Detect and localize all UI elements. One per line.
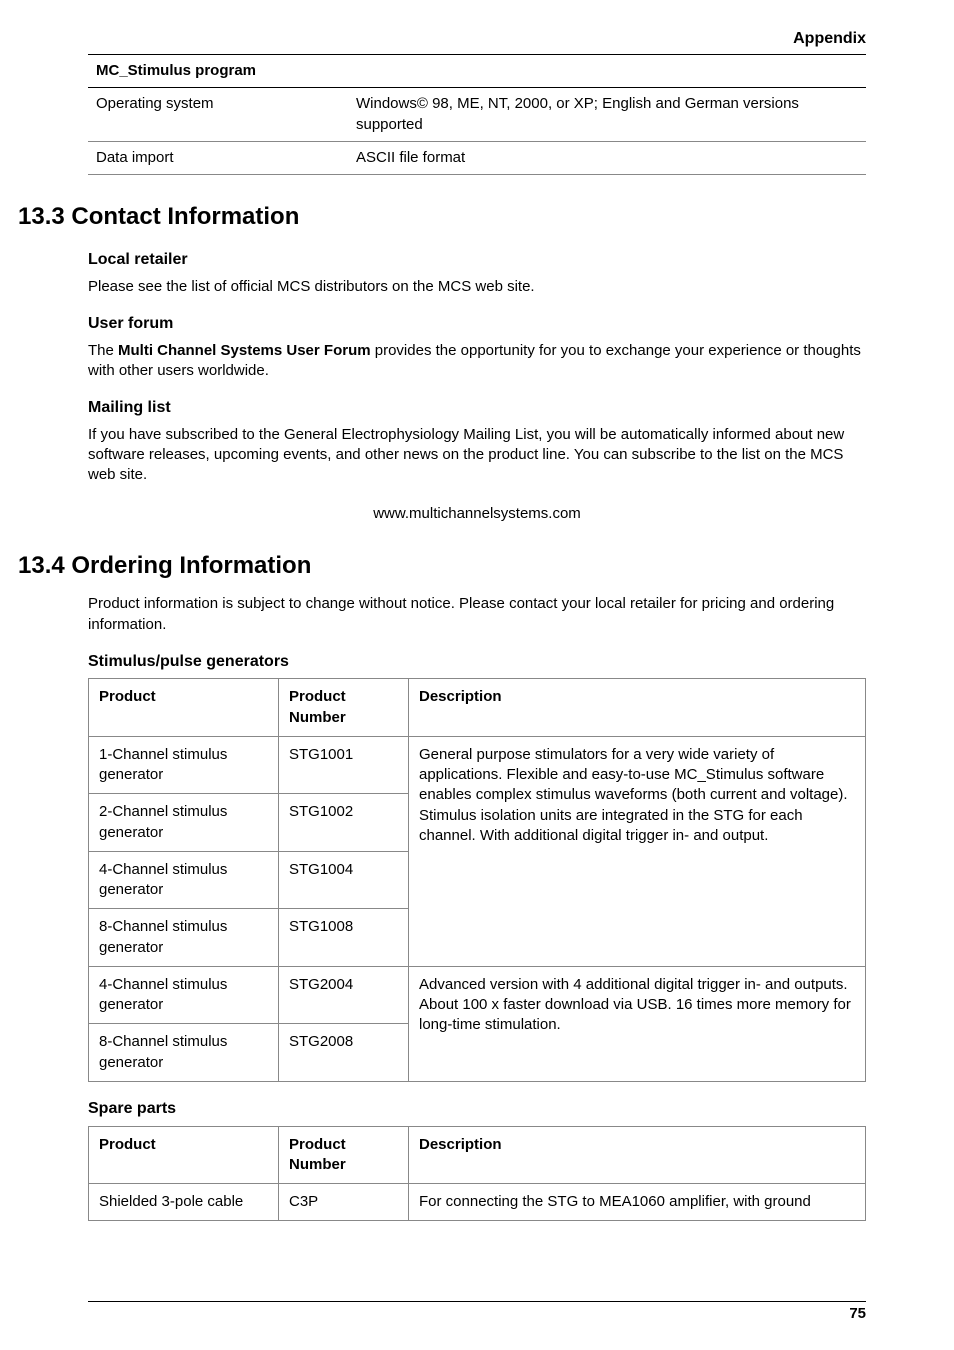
cell-product: 1-Channel stimulus generator — [89, 736, 279, 794]
cell-number: STG1001 — [279, 736, 409, 794]
footer-rule — [88, 1301, 866, 1302]
cell-product: 4-Channel stimulus generator — [89, 851, 279, 909]
cell-product: 8-Channel stimulus generator — [89, 1024, 279, 1082]
th-product: Product — [89, 679, 279, 737]
cell-number: STG1008 — [279, 909, 409, 967]
spec-key: Data import — [88, 141, 348, 174]
generators-table: Product Product Number Description 1-Cha… — [88, 678, 866, 1082]
cell-number: C3P — [279, 1184, 409, 1221]
table-row: Operating system Windows© 98, ME, NT, 20… — [88, 88, 866, 142]
sub-spare-parts: Spare parts — [88, 1098, 866, 1120]
table-row: 1-Channel stimulus generator STG1001 Gen… — [89, 736, 866, 794]
cell-number: STG1002 — [279, 794, 409, 852]
cell-number: STG1004 — [279, 851, 409, 909]
para-forum: The Multi Channel Systems User Forum pro… — [88, 341, 866, 382]
header-section: Appendix — [793, 28, 866, 50]
sub-mailing-list: Mailing list — [88, 397, 866, 419]
sub-local-retailer: Local retailer — [88, 249, 866, 271]
cell-desc: For connecting the STG to MEA1060 amplif… — [409, 1184, 866, 1221]
spec-val: ASCII file format — [348, 141, 866, 174]
heading-134: 13.4 Ordering Information — [18, 550, 866, 582]
cell-number: STG2008 — [279, 1024, 409, 1082]
table-row: 4-Channel stimulus generator STG2004 Adv… — [89, 966, 866, 1024]
para-order-intro: Product information is subject to change… — [88, 594, 866, 635]
cell-product: 2-Channel stimulus generator — [89, 794, 279, 852]
th-number: Product Number — [279, 1126, 409, 1184]
cell-number: STG2004 — [279, 966, 409, 1024]
url-text: www.multichannelsystems.com — [88, 504, 866, 524]
page-number: 75 — [849, 1304, 866, 1324]
forum-name: Multi Channel Systems User Forum — [118, 342, 371, 359]
th-desc: Description — [409, 1126, 866, 1184]
mc-stimulus-table: MC_Stimulus program Operating system Win… — [88, 54, 866, 175]
sub-user-forum: User forum — [88, 313, 866, 335]
para-retailer: Please see the list of official MCS dist… — [88, 277, 866, 297]
cell-product: 4-Channel stimulus generator — [89, 966, 279, 1024]
th-number: Product Number — [279, 679, 409, 737]
th-desc: Description — [409, 679, 866, 737]
table1-title: MC_Stimulus program — [88, 55, 866, 88]
sub-stimulus-gen: Stimulus/pulse generators — [88, 651, 866, 673]
cell-product: 8-Channel stimulus generator — [89, 909, 279, 967]
cell-desc-group1: General purpose stimulators for a very w… — [409, 736, 866, 966]
table-row: Shielded 3-pole cable C3P For connecting… — [89, 1184, 866, 1221]
spec-key: Operating system — [88, 88, 348, 142]
heading-133: 13.3 Contact Information — [18, 201, 866, 233]
cell-desc-group2: Advanced version with 4 additional digit… — [409, 966, 866, 1081]
spec-val: Windows© 98, ME, NT, 2000, or XP; Englis… — [348, 88, 866, 142]
table-row: Data import ASCII file format — [88, 141, 866, 174]
para-mailing: If you have subscribed to the General El… — [88, 425, 866, 486]
th-product: Product — [89, 1126, 279, 1184]
text: The — [88, 342, 118, 359]
spare-parts-table: Product Product Number Description Shiel… — [88, 1126, 866, 1222]
cell-product: Shielded 3-pole cable — [89, 1184, 279, 1221]
